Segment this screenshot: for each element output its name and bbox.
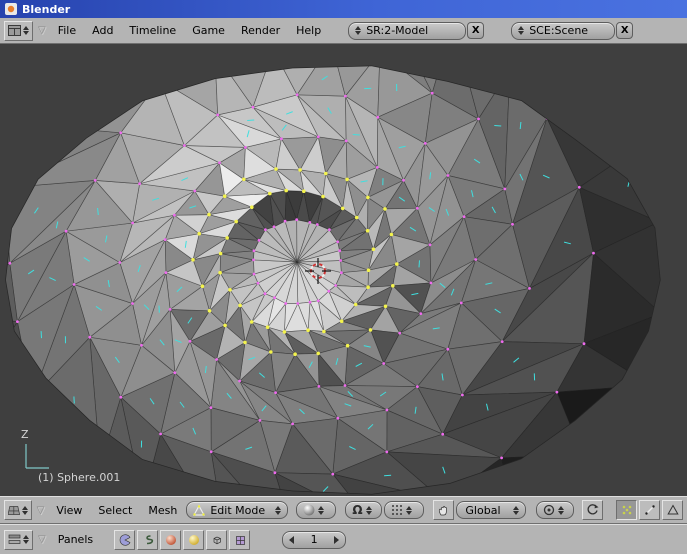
logic-context-button[interactable] xyxy=(114,529,136,550)
object-context-button[interactable] xyxy=(206,529,228,550)
frame-prev-icon[interactable] xyxy=(289,535,295,544)
menu-game[interactable]: Game xyxy=(184,24,233,37)
snap-target-icon xyxy=(543,504,555,516)
buttons-editor-type-button[interactable] xyxy=(4,529,33,550)
editor-type-button[interactable] xyxy=(4,500,32,520)
buttons-collapse-icon[interactable]: ▽ xyxy=(34,534,50,545)
screen-selector[interactable]: SR:2-Model xyxy=(348,21,467,40)
face-select-icon xyxy=(666,504,679,515)
window-type-arrows-icon xyxy=(23,26,29,35)
frame-next-icon[interactable] xyxy=(334,535,340,544)
object-icon xyxy=(213,536,221,544)
mode-selector-value: Edit Mode xyxy=(210,503,266,517)
blender-window: Blender ▽ File Add Timeline Game Render … xyxy=(0,0,687,554)
scene-selector-value: SCE:Scene xyxy=(529,24,589,37)
axis-z-label: Z xyxy=(21,428,29,441)
script-icon xyxy=(145,534,153,544)
window-title: Blender xyxy=(22,2,71,16)
layers-selector[interactable] xyxy=(383,501,424,519)
editmode-icon xyxy=(193,504,206,516)
orientation-arrows-icon xyxy=(513,505,520,515)
orbit-button[interactable] xyxy=(581,500,603,520)
app-icon xyxy=(5,3,17,15)
pivot-selector[interactable]: Ω xyxy=(345,501,382,519)
screen-close-button[interactable]: X xyxy=(467,22,485,39)
window-type-button[interactable] xyxy=(4,20,33,41)
shading-context-button[interactable] xyxy=(160,529,182,550)
logic-icon xyxy=(119,533,131,546)
editing-icon xyxy=(235,535,245,545)
menu-help[interactable]: Help xyxy=(288,24,329,37)
mode-selector[interactable]: Edit Mode xyxy=(186,501,289,519)
menubar-collapse-icon[interactable]: ▽ xyxy=(34,25,50,36)
face-select-button[interactable] xyxy=(662,500,684,520)
script-context-button[interactable] xyxy=(137,529,159,550)
screen-browse-icon xyxy=(355,26,362,35)
pivot-icon: Ω xyxy=(352,503,363,517)
viewport-canvas[interactable] xyxy=(0,44,687,496)
menu-timeline[interactable]: Timeline xyxy=(121,24,184,37)
dots-grid-icon xyxy=(391,505,402,515)
scene-close-button[interactable]: X xyxy=(616,22,634,39)
menu-render[interactable]: Render xyxy=(233,24,288,37)
scene-browse-icon xyxy=(518,26,525,35)
edge-select-icon xyxy=(644,505,655,515)
layers-arrows-icon xyxy=(405,505,412,515)
menu-mesh[interactable]: Mesh xyxy=(140,504,185,517)
frame-stepper[interactable]: 1 xyxy=(282,530,347,549)
draw-type-selector[interactable] xyxy=(295,501,336,519)
orientation-value: Global xyxy=(465,503,501,517)
world-context-button[interactable] xyxy=(183,529,205,550)
orientation-selector[interactable]: Global xyxy=(456,501,527,519)
view3d-icon xyxy=(8,505,20,515)
panels-menu[interactable]: Panels xyxy=(50,533,101,546)
buttons-editor-arrows-icon xyxy=(23,535,29,544)
menu-select[interactable]: Select xyxy=(90,504,140,517)
object-info-label: (1) Sphere.001 xyxy=(38,471,121,484)
vertex-select-button[interactable] xyxy=(616,500,638,520)
pivot-arrows-icon xyxy=(365,505,372,515)
viewport-3d[interactable]: Z (1) Sphere.001 xyxy=(0,44,687,496)
buttons-window-icon xyxy=(8,534,21,544)
vertex-select-icon xyxy=(622,505,631,515)
view3d-header: ▽ View Select Mesh Edit Mode Ω Global xyxy=(0,496,687,524)
orbit-icon xyxy=(587,504,599,515)
scene-selector[interactable]: SCE:Scene xyxy=(511,21,616,40)
menu-view[interactable]: View xyxy=(48,504,90,517)
shading-icon xyxy=(165,534,176,545)
screen-selector-value: SR:2-Model xyxy=(366,24,429,37)
hand-icon xyxy=(438,506,447,516)
snap-arrows-icon xyxy=(557,505,564,515)
frame-value: 1 xyxy=(310,533,318,546)
solid-shading-icon xyxy=(303,504,315,516)
editing-context-button[interactable] xyxy=(229,529,251,550)
snap-selector[interactable] xyxy=(535,501,575,519)
titlebar[interactable]: Blender xyxy=(0,0,687,18)
world-icon xyxy=(188,534,199,545)
menu-add[interactable]: Add xyxy=(84,24,121,37)
top-menubar: ▽ File Add Timeline Game Render Help SR:… xyxy=(0,18,687,44)
view3d-collapse-icon[interactable]: ▽ xyxy=(33,505,49,516)
manipulator-button[interactable] xyxy=(433,500,455,520)
window-type-icon xyxy=(8,25,21,36)
buttons-header: ▽ Panels 1 xyxy=(0,524,687,554)
mode-arrows-icon xyxy=(275,505,282,515)
editor-type-arrows-icon xyxy=(21,505,28,515)
edge-select-button[interactable] xyxy=(639,500,661,520)
draw-type-arrows-icon xyxy=(317,505,324,515)
menu-file[interactable]: File xyxy=(50,24,84,37)
